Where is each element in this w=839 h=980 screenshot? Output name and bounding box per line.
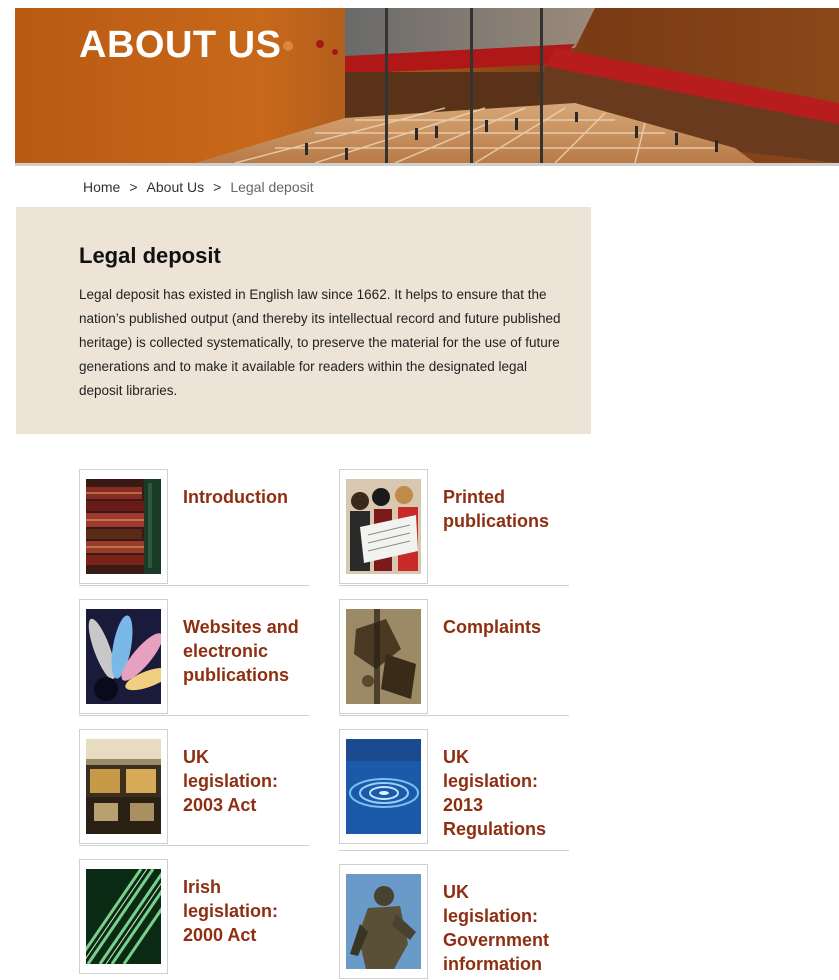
breadcrumb-separator: > [129,179,138,195]
tile-divider [79,845,309,846]
tile-thumbnail[interactable] [339,864,428,979]
tile-divider [339,850,569,851]
tile-link-uk-legislation-2013[interactable]: UK legislation: 2013 Regulations [443,745,568,841]
tile-link-complaints[interactable]: Complaints [443,615,568,639]
tile-divider [339,585,569,586]
page-title: Legal deposit [79,243,221,268]
intro-text: Legal deposit has existed in English law… [79,287,561,398]
tile-thumbnail[interactable] [79,469,168,584]
tile-link-websites-electronic[interactable]: Websites and electronic publications [183,615,308,687]
tile-divider [79,715,309,716]
tile-link-uk-legislation-government[interactable]: UK legislation: Government information [443,880,568,976]
intro-panel: Legal deposit Legal deposit has existed … [16,207,591,434]
breadcrumb-current: Legal deposit [230,179,314,195]
green-stripes-image [86,869,161,964]
tile-divider [339,715,569,716]
tile-link-printed-publications[interactable]: Printed publications [443,485,568,533]
old-books-image [86,479,161,574]
tile-link-introduction[interactable]: Introduction [183,485,308,509]
breadcrumb: Home > About Us > Legal deposit [83,179,314,195]
colorful-discs-image [86,609,161,704]
water-ripple-image [346,739,421,834]
sculpture-detail-image [346,609,421,704]
tile-thumbnail[interactable] [339,469,428,584]
tile-link-irish-legislation-2000[interactable]: Irish legislation: 2000 Act [183,875,308,947]
tile-link-uk-legislation-2003[interactable]: UK legislation: 2003 Act [183,745,308,817]
library-interior-image [86,739,161,834]
banner-divider [15,163,839,166]
tile-divider [79,585,309,586]
readers-with-newspaper-image [346,479,421,574]
statue-image [346,874,421,969]
banner-title: ABOUT US [79,24,282,66]
breadcrumb-separator: > [213,179,222,195]
tile-thumbnail[interactable] [339,599,428,714]
breadcrumb-home[interactable]: Home [83,179,120,195]
tile-thumbnail[interactable] [79,599,168,714]
tile-thumbnail[interactable] [339,729,428,844]
tile-thumbnail[interactable] [79,859,168,974]
page-banner: ABOUT US [15,8,839,163]
tile-thumbnail[interactable] [79,729,168,844]
breadcrumb-about-us[interactable]: About Us [147,179,205,195]
